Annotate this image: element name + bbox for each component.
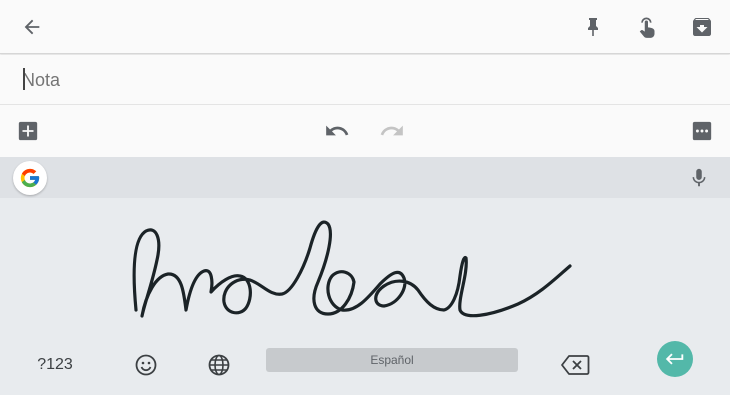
keyboard-suggestion-bar [0,157,730,198]
handwriting-keyboard: ?123 Español [0,157,730,395]
symbols-key[interactable]: ?123 [30,349,80,381]
add-content-button[interactable] [14,117,42,145]
google-g-icon [20,168,40,188]
google-button[interactable] [13,161,47,195]
pin-button[interactable] [577,11,609,43]
reminder-button[interactable] [632,11,664,43]
mic-icon [692,168,706,187]
note-area [0,55,730,103]
redo-icon [380,125,403,136]
back-button[interactable] [16,11,48,43]
archive-icon [693,18,711,36]
note-input[interactable] [22,67,702,93]
backspace-icon [561,355,590,375]
handwriting-stroke [132,220,572,318]
app-bar [0,0,730,54]
editor-toolbar [0,104,730,156]
language-switch-key[interactable] [204,349,234,381]
emoji-key[interactable] [131,349,161,381]
undo-button[interactable] [323,117,351,145]
space-key[interactable]: Español [266,348,518,372]
enter-key[interactable] [657,341,693,377]
globe-icon [208,354,230,376]
backspace-key[interactable] [557,349,593,381]
pin-icon [588,18,598,36]
keyboard-bottom-row: ?123 Español [0,341,730,395]
enter-icon [665,353,684,365]
redo-button[interactable] [378,117,406,145]
more-options-button[interactable] [688,117,716,145]
add-box-icon [18,121,38,141]
arrow-back-icon [24,19,40,35]
undo-icon [326,125,349,136]
reminder-hand-icon [639,17,655,38]
emoji-icon [135,354,157,376]
more-horiz-icon [692,121,712,141]
text-cursor [23,68,25,90]
voice-input-button[interactable] [686,165,712,191]
archive-button[interactable] [686,11,718,43]
handwriting-canvas[interactable] [0,198,730,338]
